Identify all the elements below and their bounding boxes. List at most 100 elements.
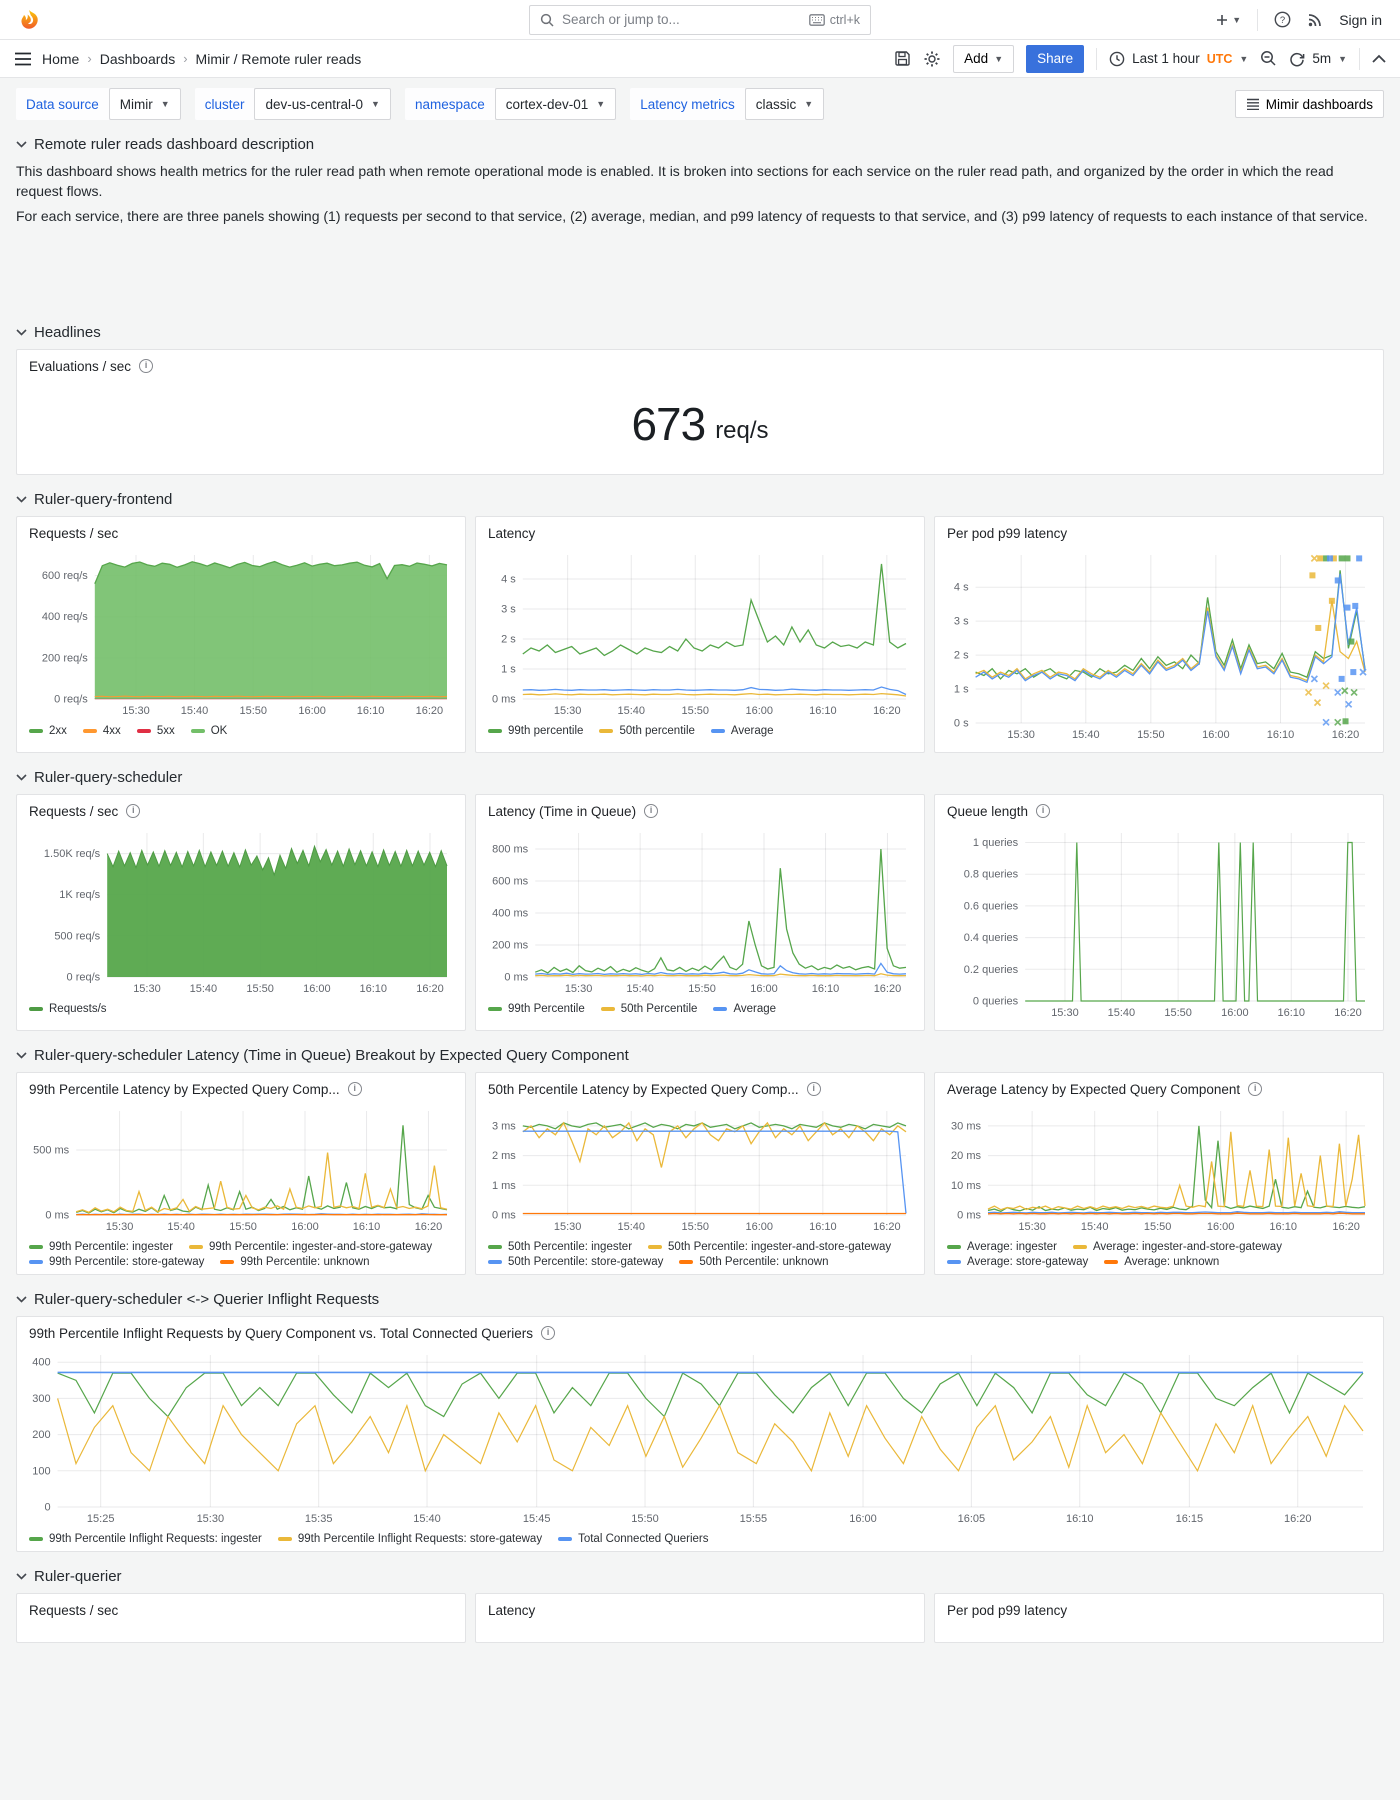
panel-title[interactable]: Evaluations / sec i — [27, 357, 1373, 380]
info-icon[interactable]: i — [1248, 1082, 1263, 1097]
panel-title[interactable]: Per pod p99 latency — [945, 524, 1373, 547]
latency-99th-by-component-chart[interactable]: 15:30 15:40 15:50 16:00 16:10 16:20 0 ms 500 ms — [27, 1103, 455, 1235]
chevron-down-icon — [16, 1573, 27, 1580]
section-ruler-query-scheduler[interactable]: Ruler-query-scheduler — [16, 769, 1384, 786]
svg-text:16:00: 16:00 — [745, 1221, 773, 1233]
legend-item[interactable]: 50th Percentile: ingester — [488, 1241, 632, 1253]
scheduler-requests-chart[interactable]: 15:30 15:40 15:50 16:00 16:10 16:20 0 req/s 500… — [27, 825, 455, 997]
latency-50th-by-component-chart[interactable]: 15:30 15:40 15:50 16:00 16:10 16:20 0 ms 1 ms 2 … — [486, 1103, 914, 1235]
legend-item[interactable]: Requests/s — [29, 1003, 107, 1015]
kiosk-collapse-icon[interactable] — [1372, 54, 1386, 63]
variable-select-latency-metrics[interactable]: classic ▼ — [744, 88, 825, 120]
legend-item[interactable]: 50th Percentile: ingester-and-store-gate… — [648, 1241, 891, 1253]
average-latency-by-component-chart[interactable]: 15:30 15:40 15:50 16:00 16:10 16:20 0 ms 10 ms 2… — [945, 1103, 1373, 1235]
variable-select-namespace[interactable]: cortex-dev-01 ▼ — [494, 88, 617, 120]
legend-item[interactable]: 50th Percentile — [600, 1003, 697, 1015]
section-ruler-querier[interactable]: Ruler-querier — [16, 1568, 1384, 1585]
legend-swatch — [947, 1244, 961, 1249]
sign-in-link[interactable]: Sign in — [1339, 12, 1382, 28]
add-menu-button[interactable]: ▼ — [1215, 13, 1241, 27]
panel-title[interactable]: Requests / sec i — [27, 802, 455, 825]
panel-title[interactable]: 99th Percentile Inflight Requests by Que… — [27, 1324, 1373, 1347]
legend-item[interactable]: Average: store-gateway — [947, 1256, 1088, 1268]
legend-item[interactable]: OK — [190, 725, 227, 737]
variable-select-cluster[interactable]: dev-us-central-0 ▼ — [254, 88, 391, 120]
breadcrumb-home[interactable]: Home — [42, 51, 79, 67]
legend-item[interactable]: 5xx — [136, 725, 175, 737]
panel-50th-latency-by-component: 50th Percentile Latency by Expected Quer… — [475, 1071, 925, 1275]
help-button[interactable]: ? — [1274, 11, 1291, 28]
legend-item[interactable]: 50th Percentile: store-gateway — [488, 1256, 663, 1268]
legend-item[interactable]: 99th Percentile Inflight Requests: inges… — [29, 1533, 262, 1545]
hamburger-menu-icon[interactable] — [14, 52, 32, 66]
panel-title[interactable]: Requests / sec — [27, 1601, 455, 1624]
grafana-logo[interactable] — [18, 9, 40, 31]
frontend-requests-chart[interactable]: 15:30 15:40 15:50 16:00 16:10 16:20 0 req/s 200… — [27, 547, 455, 719]
news-rss-button[interactable] — [1307, 12, 1323, 28]
zoom-out-time-icon[interactable] — [1260, 50, 1277, 67]
legend-item[interactable]: 99th Percentile: ingester-and-store-gate… — [189, 1241, 432, 1253]
svg-text:0 ms: 0 ms — [504, 971, 528, 983]
breadcrumb-dashboards[interactable]: Dashboards — [100, 51, 176, 67]
info-icon[interactable]: i — [126, 804, 141, 819]
section-inflight-requests[interactable]: Ruler-query-scheduler <-> Querier Inflig… — [16, 1291, 1384, 1308]
share-button[interactable]: Share — [1026, 44, 1085, 73]
panel-title[interactable]: Queue length i — [945, 802, 1373, 825]
frontend-per-pod-p99-chart[interactable]: 15:30 15:40 15:50 16:00 16:10 16:20 0 s 1 s 2 s 3… — [945, 547, 1373, 743]
legend-item[interactable]: Average: ingester — [947, 1241, 1057, 1253]
chevron-down-icon — [16, 141, 27, 148]
section-description[interactable]: Remote ruler reads dashboard description — [16, 136, 1384, 153]
info-icon[interactable]: i — [541, 1326, 556, 1341]
legend-swatch — [29, 728, 43, 733]
svg-text:16:00: 16:00 — [298, 705, 326, 717]
panel-title[interactable]: Average Latency by Expected Query Compon… — [945, 1080, 1373, 1103]
panel-title[interactable]: Latency (Time in Queue) i — [486, 802, 914, 825]
info-icon[interactable]: i — [1036, 804, 1051, 819]
mimir-dashboards-button[interactable]: Mimir dashboards — [1234, 90, 1384, 118]
legend-item[interactable]: Average: ingester-and-store-gateway — [1072, 1241, 1282, 1253]
info-icon[interactable]: i — [139, 359, 154, 374]
variable-select-datasource[interactable]: Mimir ▼ — [108, 88, 181, 120]
legend-item[interactable]: Total Connected Queriers — [558, 1533, 708, 1545]
legend-item[interactable]: 99th Percentile Inflight Requests: store… — [277, 1533, 542, 1545]
save-dashboard-icon[interactable] — [894, 50, 911, 67]
legend-swatch — [1104, 1259, 1119, 1264]
panel-99th-latency-by-component: 99th Percentile Latency by Expected Quer… — [16, 1071, 466, 1275]
scheduler-queue-length-chart[interactable]: 15:30 15:40 15:50 16:00 16:10 16:20 0 queries 0… — [945, 825, 1373, 1021]
legend-item[interactable]: 99th Percentile: unknown — [220, 1256, 369, 1268]
svg-text:0.2 queries: 0.2 queries — [964, 964, 1019, 976]
scheduler-queue-latency-chart[interactable]: 15:30 15:40 15:50 16:00 16:10 16:20 0 ms 200 ms… — [486, 825, 914, 997]
refresh-picker[interactable]: 5m ▼ — [1289, 51, 1347, 67]
legend-item[interactable]: 50th Percentile: unknown — [679, 1256, 828, 1268]
info-icon[interactable]: i — [806, 1082, 821, 1097]
panel-title[interactable]: Per pod p99 latency — [945, 1601, 1373, 1624]
legend-item[interactable]: 99th Percentile — [488, 1003, 585, 1015]
legend-item[interactable]: 99th percentile — [488, 725, 583, 737]
legend-item[interactable]: Average — [710, 725, 774, 737]
panel-title[interactable]: 50th Percentile Latency by Expected Quer… — [486, 1080, 914, 1103]
legend-item[interactable]: Average — [713, 1003, 776, 1015]
panel-title[interactable]: Latency — [486, 1601, 914, 1624]
info-icon[interactable]: i — [347, 1082, 362, 1097]
svg-text:1K req/s: 1K req/s — [59, 889, 100, 901]
info-icon[interactable]: i — [644, 804, 659, 819]
legend-item[interactable]: 2xx — [29, 725, 67, 737]
section-headlines[interactable]: Headlines — [16, 324, 1384, 341]
panel-title[interactable]: Requests / sec — [27, 524, 455, 547]
legend-item[interactable]: 50th percentile — [599, 725, 695, 737]
legend-item[interactable]: Average: unknown — [1104, 1256, 1219, 1268]
inflight-requests-chart[interactable]: 15:25 15:30 15:35 15:40 15:45 15:50 15:55 16:00… — [27, 1347, 1371, 1527]
add-panel-button[interactable]: Add ▼ — [953, 44, 1015, 73]
section-ruler-query-frontend[interactable]: Ruler-query-frontend — [16, 491, 1384, 508]
time-range-picker[interactable]: Last 1 hour UTC ▼ — [1109, 51, 1248, 67]
legend-item[interactable]: 99th Percentile: ingester — [29, 1241, 173, 1253]
search-input[interactable]: Search or jump to... ctrl+k — [529, 4, 871, 35]
panel-title[interactable]: Latency — [486, 524, 914, 547]
frontend-latency-chart[interactable]: 15:30 15:40 15:50 16:00 16:10 16:20 0 ms 1 s 2 s… — [486, 547, 914, 719]
panel-querier-latency: Latency — [475, 1592, 925, 1643]
legend-item[interactable]: 99th Percentile: store-gateway — [29, 1256, 204, 1268]
legend-item[interactable]: 4xx — [82, 725, 121, 737]
panel-title[interactable]: 99th Percentile Latency by Expected Quer… — [27, 1080, 455, 1103]
dashboard-settings-gear-icon[interactable] — [923, 50, 941, 68]
section-scheduler-latency-breakout[interactable]: Ruler-query-scheduler Latency (Time in Q… — [16, 1047, 1384, 1064]
